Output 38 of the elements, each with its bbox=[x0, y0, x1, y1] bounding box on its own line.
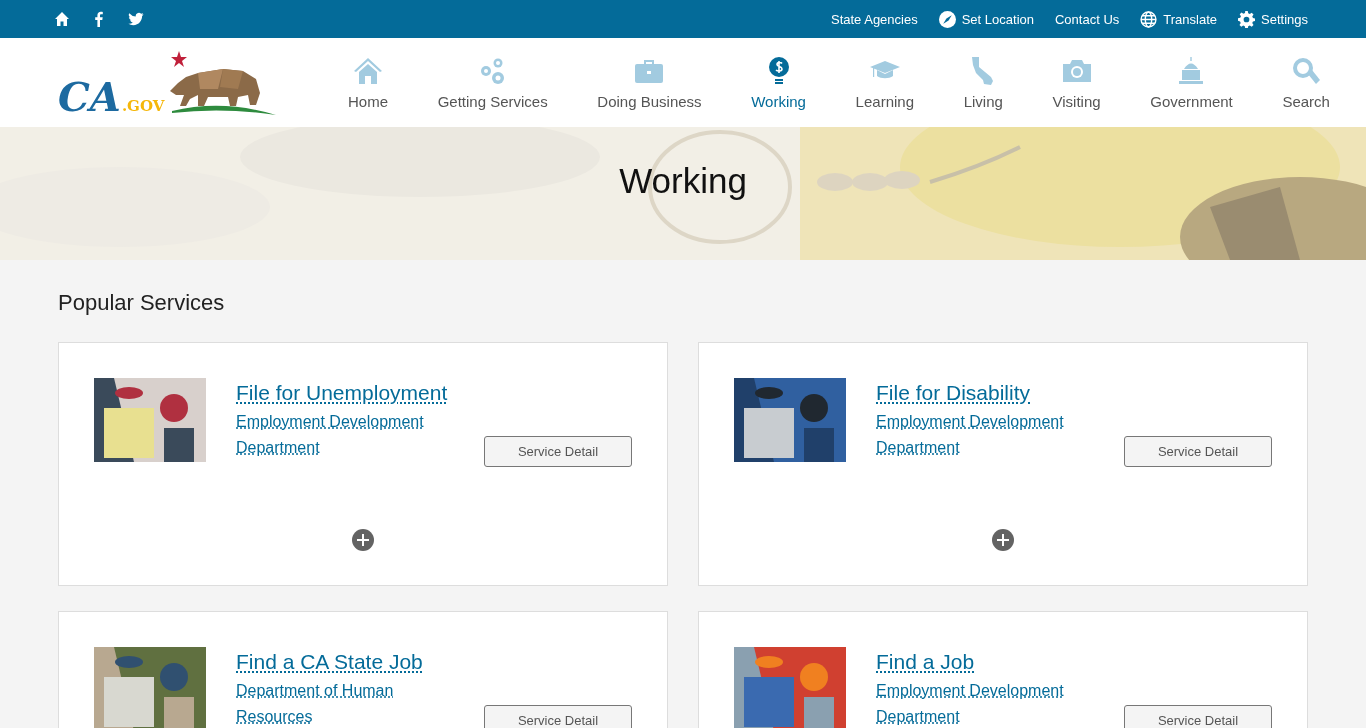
nav-tab[interactable]: Home bbox=[348, 55, 388, 110]
service-detail-button[interactable]: Service Detail bbox=[1124, 436, 1272, 467]
service-detail-button[interactable]: Service Detail bbox=[1124, 705, 1272, 728]
agency-link[interactable]: Department of Human Resources bbox=[236, 678, 466, 728]
house-icon bbox=[352, 55, 384, 87]
agency-link[interactable]: Employment Development Department bbox=[876, 409, 1106, 461]
home-icon[interactable] bbox=[54, 11, 70, 27]
expand-plus-icon[interactable] bbox=[352, 529, 374, 551]
service-detail-button[interactable]: Service Detail bbox=[484, 705, 632, 728]
agency-link[interactable]: Employment Development Department bbox=[876, 678, 1106, 728]
page-title: Working bbox=[619, 160, 747, 201]
section-title: Popular Services bbox=[58, 290, 226, 316]
globe-icon bbox=[1140, 10, 1158, 28]
search-icon bbox=[1290, 55, 1323, 87]
nav-tab[interactable]: Search bbox=[1282, 55, 1330, 110]
top-link[interactable]: Set Location bbox=[938, 10, 1034, 28]
top-link[interactable]: Translate bbox=[1140, 10, 1217, 28]
agency-link[interactable]: Employment Development Department bbox=[236, 409, 466, 461]
nav-tab[interactable]: Getting Services bbox=[437, 55, 548, 110]
top-link[interactable]: Settings bbox=[1238, 10, 1308, 28]
compass-icon bbox=[938, 10, 956, 28]
top-link[interactable]: State Agencies bbox=[830, 11, 918, 27]
service-link[interactable]: File for Unemployment bbox=[236, 381, 448, 405]
expand-plus-icon[interactable] bbox=[992, 529, 1014, 551]
service-link[interactable]: Find a Job bbox=[876, 650, 975, 674]
service-link[interactable]: File for Disability bbox=[876, 381, 1031, 405]
gear-icon bbox=[1238, 10, 1255, 28]
nav-tab[interactable]: Visiting bbox=[1052, 55, 1101, 110]
logo-text[interactable]: CA.GOV bbox=[58, 76, 165, 117]
nav-tab[interactable]: Doing Business bbox=[597, 55, 702, 110]
nav-tab[interactable]: Working bbox=[751, 55, 806, 110]
nav-tab[interactable]: Living bbox=[963, 55, 1003, 110]
service-link[interactable]: Find a CA State Job bbox=[236, 650, 423, 674]
nav-tab[interactable]: Government bbox=[1150, 55, 1233, 110]
nav-tab[interactable]: Learning bbox=[855, 55, 914, 110]
top-link[interactable]: Contact Us bbox=[1055, 11, 1120, 27]
service-detail-button[interactable]: Service Detail bbox=[484, 436, 632, 467]
bird-icon[interactable] bbox=[128, 11, 144, 27]
